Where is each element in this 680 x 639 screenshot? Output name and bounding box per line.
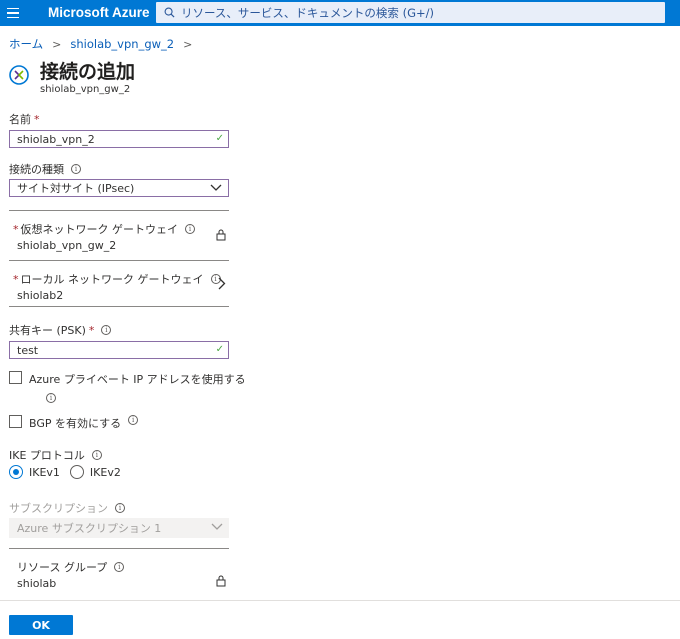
radio-circle[interactable]: [69, 465, 84, 479]
connection-icon: [9, 65, 29, 85]
radio-ikev2[interactable]: IKEv2: [69, 465, 121, 479]
vnet-gateway-row: * 仮想ネットワーク ゲートウェイ i shiolab_vpn_gw_2: [9, 210, 229, 260]
info-icon[interactable]: i: [185, 224, 195, 234]
info-icon[interactable]: i: [114, 562, 125, 572]
chevron-down-icon: [210, 184, 222, 191]
subscription-label: サブスクリプション i: [9, 500, 125, 516]
top-bar: Microsoft Azure リソース、サービス、ドキュメントの検索 (G+/…: [0, 0, 680, 26]
psk-label: 共有キー (PSK) * i: [9, 322, 112, 338]
local-gateway-label: * ローカル ネットワーク ゲートウェイ i: [13, 271, 221, 287]
page-title: 接続の追加: [40, 61, 136, 83]
subscription-value: Azure サブスクリプション 1: [17, 522, 162, 535]
required-marker: *: [34, 112, 40, 126]
vnet-gateway-value: shiolab_vpn_gw_2: [17, 239, 117, 252]
footer: OK: [0, 600, 680, 639]
info-icon[interactable]: i: [71, 164, 81, 174]
checkbox-box[interactable]: [9, 415, 22, 428]
ok-button[interactable]: OK: [9, 615, 73, 635]
breadcrumb-home[interactable]: ホーム: [9, 36, 43, 52]
required-marker: *: [13, 272, 19, 286]
chevron-right-icon[interactable]: [218, 277, 226, 290]
lock-icon: [216, 229, 226, 241]
checkbox-box[interactable]: [9, 371, 22, 384]
search-icon: [164, 7, 175, 18]
name-label: 名前 *: [9, 112, 40, 127]
ike-label: IKE プロトコル i: [9, 447, 102, 463]
psk-value: test: [17, 343, 39, 357]
menu-icon[interactable]: [7, 5, 21, 21]
connection-type-value: サイト対サイト (IPsec): [17, 182, 135, 195]
page-subtitle: shiolab_vpn_gw_2: [40, 84, 131, 95]
info-icon[interactable]: i: [101, 325, 112, 335]
check-icon: ✓: [215, 133, 224, 144]
name-value: shiolab_vpn_2: [17, 132, 95, 146]
info-icon[interactable]: i: [91, 450, 102, 460]
search-input[interactable]: リソース、サービス、ドキュメントの検索 (G+/): [156, 2, 665, 23]
chevron-right-icon: >: [52, 37, 62, 51]
info-icon[interactable]: i: [128, 415, 139, 425]
info-icon[interactable]: i: [46, 393, 56, 403]
search-placeholder: リソース、サービス、ドキュメントの検索 (G+/): [181, 5, 434, 20]
connection-type-select[interactable]: サイト対サイト (IPsec): [9, 179, 229, 197]
connection-type-label: 接続の種類 i: [9, 161, 81, 177]
brand-title[interactable]: Microsoft Azure: [48, 5, 150, 20]
resource-group-value: shiolab: [17, 577, 57, 590]
breadcrumb-gateway[interactable]: shiolab_vpn_gw_2: [70, 37, 174, 51]
bgp-label: BGP を有効にする: [29, 417, 122, 430]
check-icon: ✓: [215, 344, 224, 355]
resource-group-label: リソース グループ i: [17, 559, 125, 575]
lock-icon: [216, 575, 226, 587]
info-icon[interactable]: i: [115, 503, 125, 513]
subscription-select: Azure サブスクリプション 1: [9, 518, 229, 538]
breadcrumb: ホーム > shiolab_vpn_gw_2 >: [9, 36, 201, 52]
name-input[interactable]: shiolab_vpn_2 ✓: [9, 130, 229, 148]
psk-input[interactable]: test ✓: [9, 341, 229, 359]
ike-radio-group: IKEv1 IKEv2: [9, 465, 131, 479]
radio-circle[interactable]: [9, 465, 23, 479]
resource-group-row: リソース グループ i shiolab: [9, 548, 229, 598]
private-ip-checkbox[interactable]: Azure プライベート IP アドレスを使用する i: [9, 371, 246, 403]
chevron-down-icon: [211, 523, 223, 530]
radio-ikev1[interactable]: IKEv1: [9, 465, 60, 479]
local-gateway-value: shiolab2: [17, 289, 64, 302]
bgp-checkbox[interactable]: BGP を有効にする i: [9, 415, 139, 431]
private-ip-label: Azure プライベート IP アドレスを使用する: [29, 373, 246, 386]
chevron-right-icon: >: [183, 37, 193, 51]
required-marker: *: [13, 222, 19, 236]
local-gateway-row[interactable]: * ローカル ネットワーク ゲートウェイ i shiolab2: [9, 260, 229, 307]
vnet-gateway-label: * 仮想ネットワーク ゲートウェイ i: [13, 221, 195, 237]
required-marker: *: [88, 323, 95, 337]
